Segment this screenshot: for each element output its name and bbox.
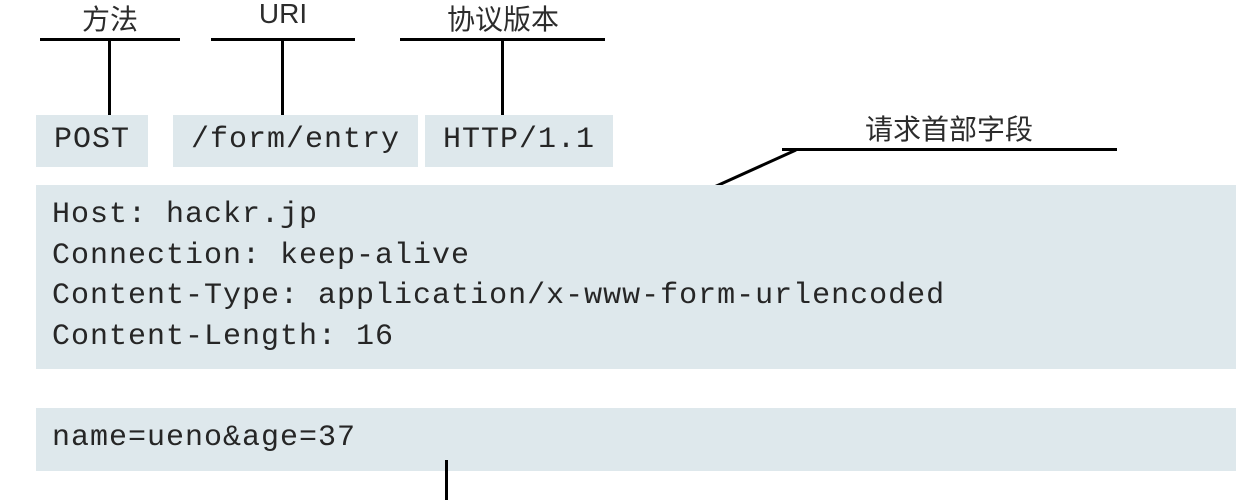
- connector-bar-headers: [782, 148, 1117, 151]
- connector-stem-body: [445, 460, 448, 500]
- body-block: name=ueno&age=37: [36, 408, 1236, 471]
- connector-stem-protocol: [501, 38, 504, 117]
- label-method: 方法: [55, 0, 165, 38]
- label-uri: URI: [228, 0, 338, 30]
- token-uri: /form/entry: [173, 115, 418, 167]
- connector-stem-method: [108, 38, 111, 117]
- token-method: POST: [36, 115, 148, 167]
- connector-stem-uri: [281, 38, 284, 117]
- headers-block: Host: hackr.jp Connection: keep-alive Co…: [36, 185, 1236, 369]
- label-headers: 请求首部字段: [824, 108, 1074, 148]
- connector-diagonal-headers: [710, 148, 800, 190]
- token-protocol: HTTP/1.1: [425, 115, 613, 167]
- label-protocol: 协议版本: [418, 0, 588, 38]
